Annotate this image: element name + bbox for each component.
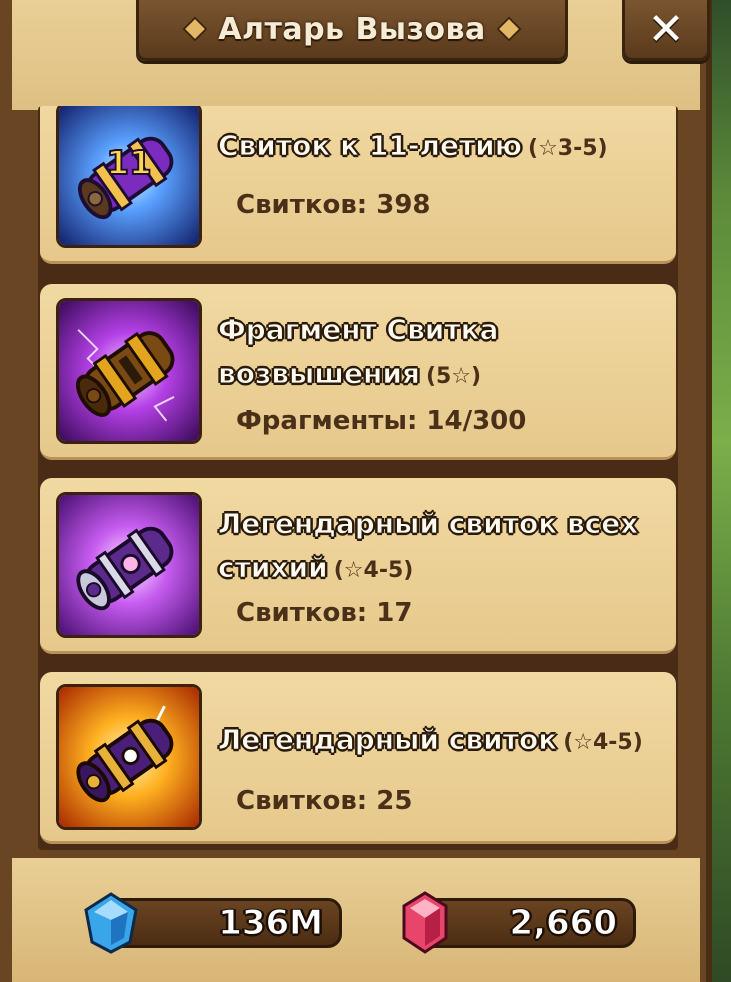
transcendence-scroll-fragment-icon (56, 298, 202, 444)
legendary-scroll-icon (56, 684, 202, 830)
fragment-count: Фрагменты: 14/300 (236, 406, 527, 436)
anniversary-11-scroll-icon: 11 (56, 106, 202, 248)
scroll-list[interactable]: 11 Свиток к 11-летию(☆3-5) Свитков: 398 (38, 106, 678, 850)
title-plate: Алтарь Вызова (136, 0, 568, 61)
scroll-count: Свитков: 398 (236, 190, 431, 220)
mana-crystal-icon (84, 892, 138, 954)
rarity-label: (☆4-5) (563, 730, 643, 755)
close-button[interactable]: ✕ (622, 0, 710, 61)
window-title: Алтарь Вызова (218, 11, 486, 47)
scroll-card-transcendence-fragment[interactable]: Фрагмент Свитка возвышения (5☆) Фрагменты… (40, 284, 676, 460)
scroll-card-legendary-all-attribute[interactable]: Легендарный свиток всех стихий (☆4-5) Сви… (40, 478, 676, 654)
scroll-name: Легендарный свиток (☆4-5) (217, 723, 643, 757)
rarity-label: (☆4-5) (333, 558, 414, 583)
legendary-all-attribute-scroll-icon (56, 492, 202, 638)
scroll-count: Свитков: 25 (236, 786, 413, 816)
scroll-card-legendary[interactable]: Легендарный свиток (☆4-5) Свитков: 25 (40, 672, 676, 844)
scroll-name: Фрагмент Свитка возвышения (5☆) (218, 313, 500, 391)
red-crystal-icon (402, 891, 448, 954)
crystal-value: 2,660 (509, 903, 618, 944)
mana-value: 136M (218, 903, 324, 944)
scroll-name: Свиток к 11-летию (☆3-5) (217, 129, 608, 163)
right-diamond-ornament-icon (496, 16, 522, 42)
close-icon: ✕ (647, 3, 685, 55)
scroll-card-anniversary[interactable]: 11 Свиток к 11-летию (☆3-5) Свитков: 398 (40, 106, 676, 264)
scroll-name: Легендарный свиток всех стихий (☆4-5) (218, 507, 639, 585)
left-diamond-ornament-icon (182, 16, 208, 42)
rarity-label: (5☆) (425, 364, 482, 389)
rarity-label: (☆3-5) (528, 136, 608, 161)
svg-text:11: 11 (106, 144, 151, 182)
scroll-count: Свитков: 17 (236, 598, 413, 628)
